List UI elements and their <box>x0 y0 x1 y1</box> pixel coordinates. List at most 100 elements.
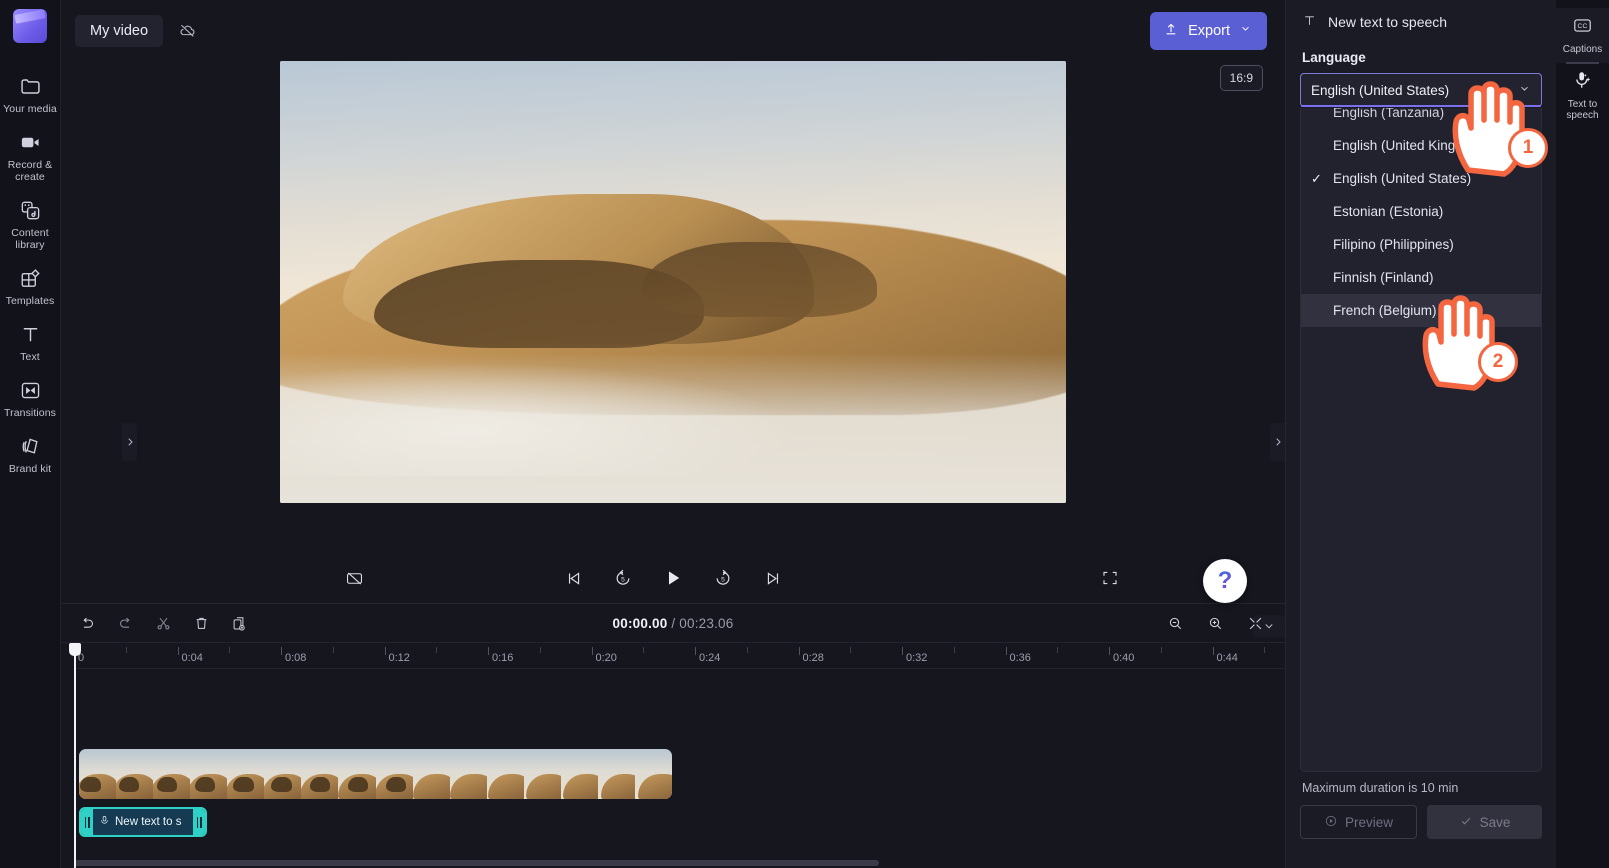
panel-title: New text to speech <box>1328 14 1448 30</box>
ruler-tick-label: 0:32 <box>906 652 928 664</box>
sidebar-item-templates[interactable]: Templates <box>0 257 61 313</box>
check-icon: ✓ <box>1311 170 1322 186</box>
duplicate-button[interactable] <box>225 609 253 637</box>
split-button[interactable] <box>149 609 177 637</box>
save-label: Save <box>1479 814 1511 830</box>
language-option[interactable]: Estonian (Estonia) <box>1301 195 1541 228</box>
clip-thumbnail <box>375 749 413 799</box>
sidebar-item-label: Content library <box>11 227 49 251</box>
language-option-label: French (Belgium) <box>1333 303 1437 318</box>
clip-label: New text to s <box>93 815 193 829</box>
language-option-label: English (Tanzania) <box>1333 108 1445 120</box>
left-sidebar: Your media Record & create Content libra… <box>0 0 61 868</box>
clipchamp-editor: Your media Record & create Content libra… <box>0 0 1609 868</box>
clip-thumbnail <box>227 749 265 799</box>
text-to-speech-clip[interactable]: New text to s <box>79 807 207 837</box>
video-preview[interactable] <box>280 61 1066 503</box>
captions-off-icon[interactable] <box>339 563 369 593</box>
total-time: 00:23.06 <box>679 615 734 631</box>
language-option[interactable]: English (United Kingdom) <box>1301 129 1541 162</box>
rail-item-text-to-speech[interactable]: Text to speech <box>1556 63 1609 129</box>
zoom-out-button[interactable] <box>1161 609 1189 637</box>
sidebar-item-text[interactable]: Text <box>0 313 61 369</box>
ruler-tick-label: 0:20 <box>595 652 617 664</box>
language-dropdown-list[interactable]: English (Tanzania) English (United Kingdo… <box>1300 108 1542 772</box>
rail-item-label: Captions <box>1562 44 1603 55</box>
fullscreen-icon[interactable] <box>1095 563 1125 593</box>
fit-to-timeline-button[interactable] <box>1241 609 1269 637</box>
clip-thumbnail <box>486 749 524 799</box>
clipchamp-logo[interactable] <box>13 9 47 43</box>
playhead[interactable] <box>69 643 81 868</box>
timeline-ruler[interactable]: 0 0:04 0:08 0:12 0:16 0:20 0:24 0:28 0:32 0:36 0:4… <box>74 643 1285 669</box>
clip-thumbnail <box>412 749 450 799</box>
language-option[interactable]: English (Tanzania) <box>1301 108 1541 129</box>
svg-text:5: 5 <box>721 576 725 583</box>
language-option[interactable]: Finnish (Finland) <box>1301 261 1541 294</box>
ruler-tick-label: 0:12 <box>388 652 410 664</box>
undo-button[interactable] <box>73 609 101 637</box>
timeline-zoom-tools <box>1161 609 1269 637</box>
export-button[interactable]: Export <box>1150 11 1267 50</box>
project-name-field[interactable]: My video <box>75 14 164 47</box>
ruler-tick-label: 0:28 <box>802 652 824 664</box>
language-select[interactable]: English (United States) <box>1300 73 1542 107</box>
language-option[interactable]: Filipino (Philippines) <box>1301 228 1541 261</box>
library-icon <box>17 197 43 223</box>
redo-button[interactable] <box>111 609 139 637</box>
sidebar-item-label: Transitions <box>3 407 57 419</box>
export-label: Export <box>1188 22 1230 39</box>
clip-thumbnail <box>301 749 339 799</box>
cloud-off-icon[interactable] <box>171 15 203 47</box>
sidebar-item-transitions[interactable]: Transitions <box>0 369 61 425</box>
time-separator: / <box>671 615 676 631</box>
skip-to-start-button[interactable] <box>558 563 588 593</box>
svg-text:CC: CC <box>1577 23 1587 30</box>
clip-thumbnail <box>190 749 228 799</box>
chevron-down-icon <box>1239 22 1252 39</box>
clip-thumbnail <box>523 749 561 799</box>
clip-trim-handle-left[interactable] <box>81 809 93 835</box>
language-option[interactable]: French (Belgium) <box>1301 294 1541 327</box>
help-button[interactable]: ? <box>1203 559 1247 603</box>
timeline-horizontal-scrollbar[interactable] <box>74 860 879 866</box>
folder-icon <box>17 73 43 99</box>
sidebar-item-your-media[interactable]: Your media <box>0 65 61 121</box>
clip-trim-handle-right[interactable] <box>193 809 205 835</box>
forward-5-seconds-button[interactable]: 5 <box>708 563 738 593</box>
text-to-speech-icon <box>1572 70 1593 96</box>
video-clip[interactable] <box>79 749 672 799</box>
collapse-left-panel-chevron[interactable] <box>122 423 137 461</box>
language-section-label: Language <box>1302 50 1366 65</box>
sidebar-item-brand-kit[interactable]: Brand kit <box>0 425 61 481</box>
time-readout: 00:00.00 / 00:23.06 <box>613 616 734 631</box>
sidebar-item-record-create[interactable]: Record & create <box>0 121 61 189</box>
save-button[interactable]: Save <box>1427 805 1542 839</box>
skip-to-end-button[interactable] <box>758 563 788 593</box>
rail-item-captions[interactable]: CC Captions <box>1556 8 1609 63</box>
sidebar-item-content-library[interactable]: Content library <box>0 189 61 257</box>
language-option-label: English (United States) <box>1333 171 1472 186</box>
sidebar-item-label: Brand kit <box>8 463 52 475</box>
preview-button[interactable]: Preview <box>1300 805 1417 839</box>
delete-button[interactable] <box>187 609 215 637</box>
timeline-edit-tools <box>73 609 253 637</box>
zoom-in-button[interactable] <box>1201 609 1229 637</box>
collapse-right-panel-chevron[interactable] <box>1270 423 1285 461</box>
language-option-label: Estonian (Estonia) <box>1333 204 1444 219</box>
language-option[interactable]: ✓ English (United States) <box>1301 162 1541 195</box>
preview-label: Preview <box>1344 814 1393 830</box>
ruler-tick-label: 0:08 <box>285 652 307 664</box>
text-icon <box>17 321 43 347</box>
duration-note: Maximum duration is 10 min <box>1302 781 1459 795</box>
play-button[interactable] <box>658 563 688 593</box>
clip-thumbnail <box>264 749 302 799</box>
timeline: 00:00.00 / 00:23.06 0 0:04 0:08 0:12 0:1… <box>61 603 1285 868</box>
rewind-5-seconds-button[interactable]: 5 <box>608 563 638 593</box>
clip-label-text: New text to s <box>115 816 182 828</box>
ruler-tick-label: 0:16 <box>492 652 514 664</box>
ruler-tick-label: 0:24 <box>699 652 721 664</box>
language-option-label: Filipino (Philippines) <box>1333 237 1454 252</box>
panel-header: New text to speech <box>1300 0 1542 44</box>
aspect-ratio-badge[interactable]: 16:9 <box>1219 65 1263 91</box>
